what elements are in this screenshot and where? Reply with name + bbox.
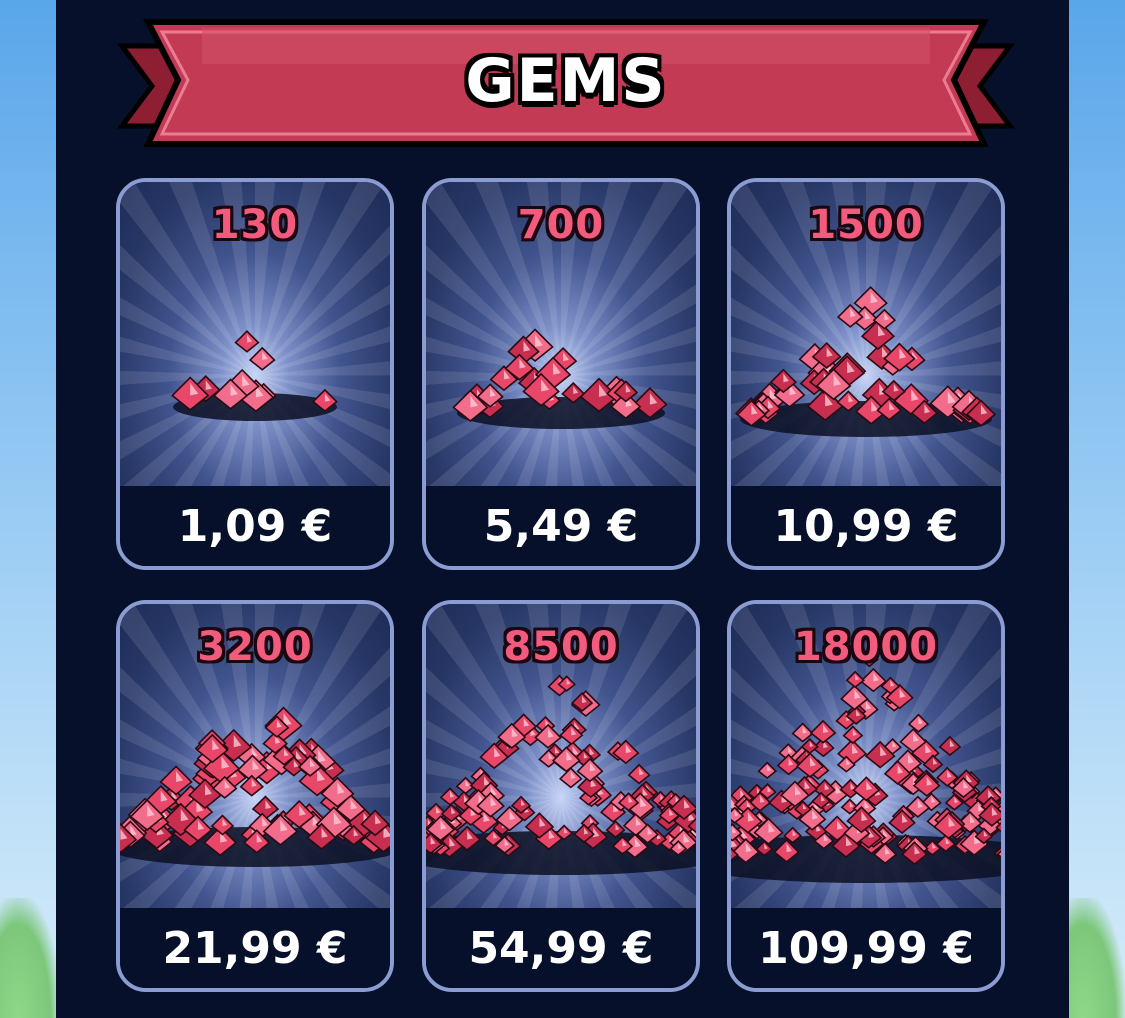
gem-amount: 18000 bbox=[793, 624, 939, 670]
price-bar: 54,99 € bbox=[426, 908, 696, 988]
gem-amount: 8500 bbox=[503, 624, 619, 670]
title-banner: GEMS bbox=[112, 8, 1020, 148]
gem-store-panel: GEMS 130 1,09 € 700 5,49 € 1500 10,99 € … bbox=[56, 0, 1069, 1018]
gem-amount: 1500 bbox=[808, 202, 924, 248]
pack-price: 10,99 € bbox=[773, 500, 959, 552]
gem-amount: 130 bbox=[211, 202, 299, 248]
gem-pack-card[interactable]: 18000 109,99 € bbox=[727, 600, 1005, 992]
price-bar: 10,99 € bbox=[731, 486, 1001, 566]
gem-amount: 3200 bbox=[197, 624, 313, 670]
store-title: GEMS bbox=[465, 46, 667, 116]
pack-price: 109,99 € bbox=[758, 922, 974, 974]
price-bar: 21,99 € bbox=[120, 908, 390, 988]
background-grass-right bbox=[1065, 898, 1125, 1018]
gem-pack-card[interactable]: 130 1,09 € bbox=[116, 178, 394, 570]
price-bar: 109,99 € bbox=[731, 908, 1001, 988]
gem-pack-card[interactable]: 700 5,49 € bbox=[422, 178, 700, 570]
pack-price: 54,99 € bbox=[468, 922, 654, 974]
gem-pack-card[interactable]: 8500 54,99 € bbox=[422, 600, 700, 992]
price-bar: 1,09 € bbox=[120, 486, 390, 566]
gem-pack-card[interactable]: 3200 21,99 € bbox=[116, 600, 394, 992]
background-grass-left bbox=[0, 898, 60, 1018]
price-bar: 5,49 € bbox=[426, 486, 696, 566]
pack-price: 5,49 € bbox=[483, 500, 639, 552]
gem-amount: 700 bbox=[517, 202, 605, 248]
pack-price: 21,99 € bbox=[162, 922, 348, 974]
pack-price: 1,09 € bbox=[177, 500, 333, 552]
gem-pack-card[interactable]: 1500 10,99 € bbox=[727, 178, 1005, 570]
